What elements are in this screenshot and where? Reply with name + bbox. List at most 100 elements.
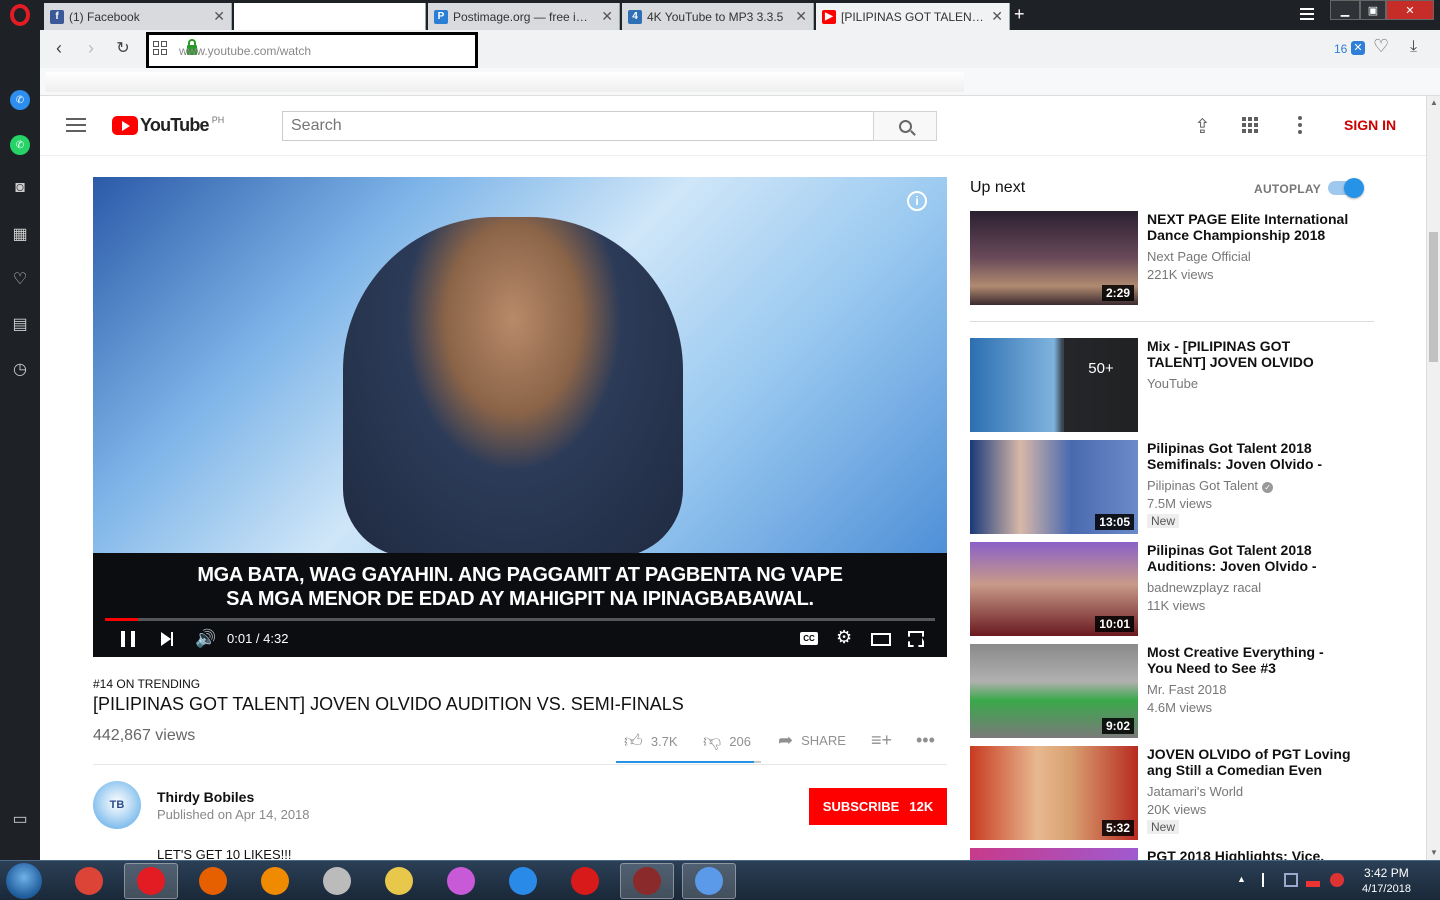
page-scrollbar[interactable]: ▲ ▼	[1426, 96, 1440, 860]
taskbar-app-button[interactable]	[558, 863, 612, 899]
autoplay-toggle-knob[interactable]	[1344, 178, 1364, 198]
share-button[interactable]: ➦ SHARE	[778, 730, 846, 751]
taskbar-app-button[interactable]	[248, 863, 302, 899]
taskbar-app-button[interactable]	[186, 863, 240, 899]
up-next-title[interactable]: Pilipinas Got Talent 2018 Auditions: Jov…	[1147, 542, 1352, 574]
video-thumbnail[interactable]: 13:05	[970, 440, 1138, 534]
scrollbar-thumb[interactable]	[1429, 232, 1438, 362]
more-actions-button[interactable]: •••	[916, 730, 935, 751]
video-thumbnail[interactable]: 2:29	[970, 211, 1138, 305]
taskbar-app-button[interactable]	[620, 863, 674, 899]
tab-4k-youtube-mp3[interactable]: 4 4K YouTube to MP3 3.3.5 ✕	[622, 3, 814, 30]
action-center-flag-icon[interactable]	[1262, 873, 1276, 887]
tab-close-icon[interactable]: ✕	[991, 8, 1003, 25]
clock-date[interactable]: 4/17/2018	[1362, 883, 1411, 895]
upload-icon[interactable]: ⇪	[1194, 114, 1211, 139]
trending-badge[interactable]: #14 ON TRENDING	[93, 677, 200, 691]
channel-avatar[interactable]: TB	[93, 781, 141, 829]
heart-bookmark-icon[interactable]: ♡	[1373, 36, 1389, 57]
back-button[interactable]: ‹	[48, 38, 70, 59]
captions-icon[interactable]: CC	[800, 632, 818, 645]
hamburger-menu-icon[interactable]	[66, 118, 86, 136]
info-icon[interactable]: i	[907, 191, 927, 211]
sidebar-toggle-icon[interactable]: ▭	[10, 809, 30, 829]
search-input[interactable]	[282, 111, 874, 141]
up-next-title[interactable]: NEXT PAGE Elite International Dance Cham…	[1147, 211, 1352, 243]
add-to-playlist-button[interactable]: ≡+	[871, 730, 892, 751]
dislike-button[interactable]: 👎︎ 206	[703, 730, 751, 752]
scroll-up-arrow-icon[interactable]: ▲	[1430, 98, 1438, 107]
volume-icon[interactable]: 🔊	[195, 629, 216, 649]
antivirus-tray-icon[interactable]	[1330, 873, 1344, 887]
up-next-item[interactable]: 9:02 Most Creative Everything - You Need …	[970, 644, 1380, 738]
taskbar-app-button[interactable]	[496, 863, 550, 899]
minimize-button[interactable]: ▁	[1330, 0, 1360, 20]
more-vertical-icon[interactable]	[1298, 116, 1302, 137]
tab-close-icon[interactable]: ✕	[795, 8, 807, 25]
video-player[interactable]: i MGA BATA, WAG GAYAHIN. ANG PAGGAMIT AT…	[93, 177, 947, 657]
reload-button[interactable]: ↻	[112, 38, 134, 58]
channel-name[interactable]: Thirdy Bobiles	[157, 789, 254, 805]
tab-postimage[interactable]: P Postimage.org — free image hosting ✕	[428, 3, 620, 30]
search-button[interactable]	[873, 111, 937, 141]
windows-start-icon[interactable]	[6, 863, 42, 899]
news-icon[interactable]: ▤	[10, 314, 30, 334]
tab-close-icon[interactable]: ✕	[213, 8, 225, 25]
video-thumbnail[interactable]: 10:01	[970, 542, 1138, 636]
up-next-item[interactable]: 2:29 NEXT PAGE Elite International Dance …	[970, 211, 1380, 305]
camera-icon[interactable]: ◙	[10, 178, 30, 198]
taskbar-app-button[interactable]	[124, 863, 178, 899]
ad-block-icon[interactable]: ✕	[1351, 41, 1365, 55]
up-next-title[interactable]: Pilipinas Got Talent 2018 Semifinals: Jo…	[1147, 440, 1352, 472]
video-thumbnail[interactable]: 50+	[970, 338, 1138, 432]
taskbar-app-button[interactable]	[310, 863, 364, 899]
opera-menu-button[interactable]	[0, 0, 40, 30]
close-window-button[interactable]: ✕	[1386, 0, 1434, 20]
speed-dial-sidebar-icon[interactable]: ▦	[10, 224, 30, 244]
forward-button[interactable]: ›	[80, 38, 102, 59]
theater-mode-icon[interactable]	[871, 633, 891, 646]
sign-in-button[interactable]: SIGN IN	[1344, 117, 1396, 133]
url-input[interactable]	[179, 40, 449, 62]
network-icon[interactable]	[1284, 873, 1298, 887]
tab-menu-icon[interactable]	[1300, 5, 1314, 23]
tab-facebook[interactable]: f (1) Facebook ✕	[44, 3, 232, 30]
taskbar-app-button[interactable]	[62, 863, 116, 899]
new-tab-button[interactable]: +	[1014, 4, 1025, 25]
settings-gear-icon[interactable]: ⚙	[836, 627, 852, 648]
taskbar-app-button[interactable]	[682, 863, 736, 899]
bookmarks-heart-icon[interactable]: ♡	[10, 269, 30, 289]
history-clock-icon[interactable]: ◷	[10, 359, 30, 379]
maximize-button[interactable]: ▣	[1360, 0, 1386, 20]
next-video-icon[interactable]	[161, 632, 173, 646]
up-next-title[interactable]: Most Creative Everything - You Need to S…	[1147, 644, 1352, 676]
clock-time[interactable]: 3:42 PM	[1364, 866, 1409, 880]
tab-blank[interactable]	[234, 3, 426, 30]
apps-grid-icon[interactable]	[1242, 117, 1258, 133]
ad-block-count[interactable]: 16	[1334, 42, 1347, 56]
subscribe-button[interactable]: SUBSCRIBE 12K	[809, 788, 947, 825]
like-button[interactable]: 👍︎ 3.7K	[624, 730, 678, 752]
up-next-item[interactable]: 13:05 Pilipinas Got Talent 2018 Semifinal…	[970, 440, 1380, 534]
up-next-title[interactable]: JOVEN OLVIDO of PGT Loving ang Still a C…	[1147, 746, 1352, 778]
up-next-title[interactable]: Mix - [PILIPINAS GOT TALENT] JOVEN OLVID…	[1147, 338, 1352, 370]
tray-expand-icon[interactable]: ▲	[1237, 874, 1246, 884]
tab-youtube-active[interactable]: ▶ [PILIPINAS GOT TALENT] JOVEN OLVIDO ✕	[816, 3, 1010, 30]
taskbar-app-button[interactable]	[434, 863, 488, 899]
scroll-down-arrow-icon[interactable]: ▼	[1430, 848, 1438, 857]
video-thumbnail[interactable]: 9:02	[970, 644, 1138, 738]
whatsapp-icon[interactable]: ✆	[10, 135, 30, 155]
messenger-icon[interactable]: ✆	[10, 90, 30, 110]
video-thumbnail[interactable]: 5:32	[970, 746, 1138, 840]
taskbar-app-button[interactable]	[372, 863, 426, 899]
up-next-item[interactable]: 50+ Mix - [PILIPINAS GOT TALENT] JOVEN OL…	[970, 338, 1380, 432]
pause-icon[interactable]	[121, 631, 135, 647]
tab-close-icon[interactable]: ✕	[601, 8, 613, 25]
speed-dial-icon[interactable]	[153, 41, 167, 55]
progress-bar[interactable]	[105, 618, 935, 621]
up-next-item[interactable]: 5:32 JOVEN OLVIDO of PGT Loving ang Still…	[970, 746, 1380, 840]
up-next-item[interactable]: 10:01 Pilipinas Got Talent 2018 Auditions…	[970, 542, 1380, 636]
download-icon[interactable]: ⤓	[1410, 38, 1417, 56]
youtube-logo[interactable]: YouTube PH	[112, 115, 224, 136]
signal-bars-icon[interactable]	[1306, 873, 1320, 887]
